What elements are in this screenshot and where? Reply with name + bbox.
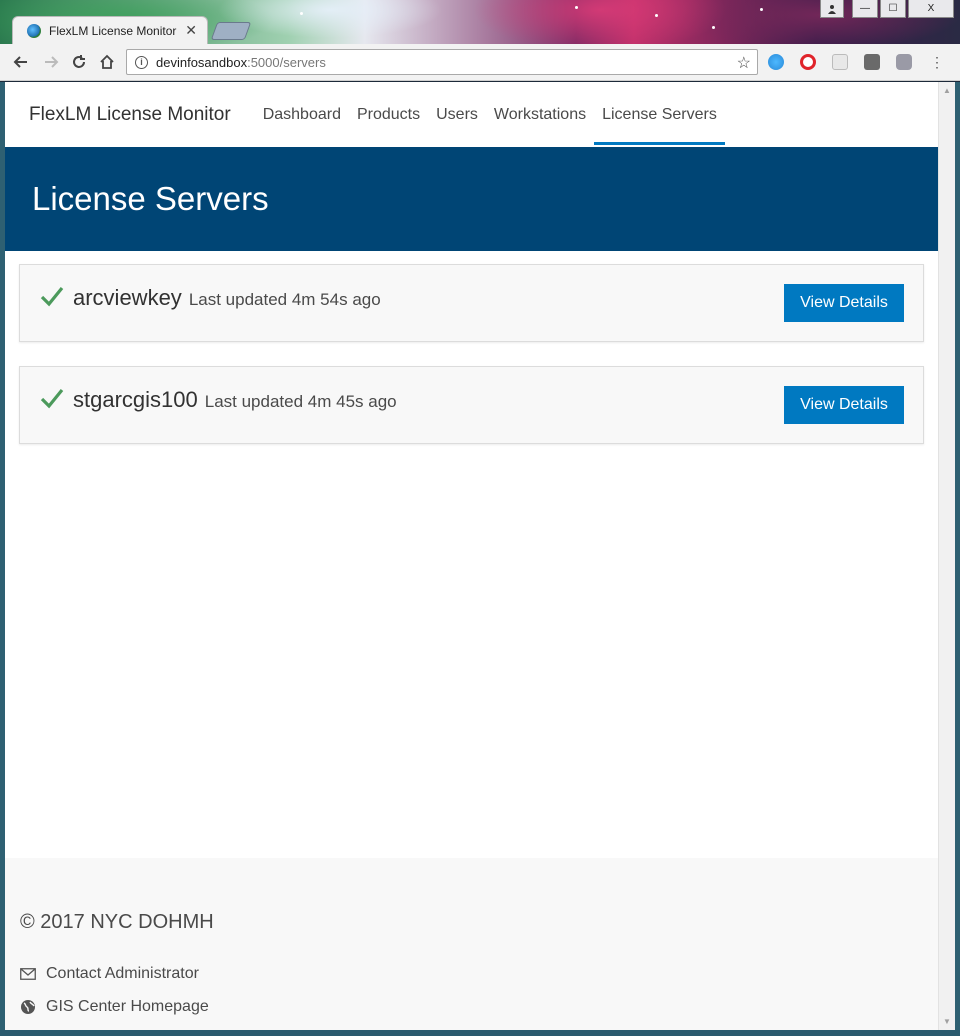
url-path: :5000/servers bbox=[247, 54, 326, 70]
gis-center-homepage-label: GIS Center Homepage bbox=[46, 998, 209, 1015]
page-title: License Servers bbox=[32, 180, 269, 217]
decoration bbox=[655, 14, 658, 17]
window-frame bbox=[955, 82, 960, 1030]
window-titlebar: FlexLM License Monitor ✕ — ☐ X bbox=[0, 0, 960, 44]
back-arrow-icon[interactable] bbox=[10, 51, 32, 73]
tab-title: FlexLM License Monitor bbox=[49, 23, 177, 38]
view-details-button[interactable]: View Details bbox=[784, 386, 904, 424]
globe-favicon-icon bbox=[27, 23, 41, 38]
window-controls: — ☐ X bbox=[820, 0, 954, 18]
globe-icon bbox=[20, 999, 36, 1015]
nav-link-workstations[interactable]: Workstations bbox=[486, 82, 594, 147]
scroll-down-arrow-icon[interactable]: ▼ bbox=[943, 1017, 951, 1026]
vertical-scrollbar[interactable]: ▲ ▼ bbox=[938, 82, 955, 1030]
server-last-updated: Last updated 4m 54s ago bbox=[188, 290, 381, 309]
server-last-updated: Last updated 4m 45s ago bbox=[204, 392, 397, 411]
copyright-text: © 2017 NYC DOHMH bbox=[20, 911, 214, 933]
scroll-up-arrow-icon[interactable]: ▲ bbox=[943, 86, 951, 95]
view-details-button[interactable]: View Details bbox=[784, 284, 904, 322]
tab-close-icon[interactable]: ✕ bbox=[185, 22, 197, 39]
user-profile-icon[interactable] bbox=[820, 0, 844, 18]
gis-center-homepage-link[interactable]: GIS Center Homepage bbox=[20, 997, 938, 1017]
decoration bbox=[575, 6, 578, 9]
browser-menu-icon[interactable]: ⋮ bbox=[926, 51, 948, 73]
site-footer: © 2017 NYC DOHMH Contact Administrator G… bbox=[5, 858, 938, 1030]
page-viewport: FlexLM License Monitor Dashboard Product… bbox=[5, 82, 938, 1030]
new-tab-button[interactable] bbox=[210, 22, 252, 40]
nav-link-products[interactable]: Products bbox=[349, 82, 428, 147]
nav-link-license-servers[interactable]: License Servers bbox=[594, 82, 725, 147]
nav-link-users[interactable]: Users bbox=[428, 82, 486, 147]
url-host: devinfosandbox bbox=[156, 54, 248, 70]
home-icon[interactable] bbox=[96, 51, 118, 73]
nav-link-dashboard[interactable]: Dashboard bbox=[255, 82, 349, 147]
decoration bbox=[712, 26, 715, 29]
cloud-extension-icon[interactable] bbox=[768, 54, 784, 70]
note-extension-icon[interactable] bbox=[864, 54, 880, 70]
server-card: arcviewkey Last updated 4m 54s ago View … bbox=[19, 264, 924, 342]
decoration bbox=[760, 8, 763, 11]
server-name: stgarcgis100 bbox=[73, 387, 198, 412]
contact-administrator-link[interactable]: Contact Administrator bbox=[20, 964, 938, 984]
browser-toolbar: i devinfosandbox :5000/servers ☆ ⋮ bbox=[0, 44, 960, 81]
window-frame bbox=[0, 1030, 960, 1036]
bookmark-star-icon[interactable]: ☆ bbox=[737, 53, 751, 73]
envelope-icon bbox=[20, 966, 36, 982]
contact-administrator-label: Contact Administrator bbox=[46, 965, 199, 982]
minimize-button[interactable]: — bbox=[852, 0, 878, 18]
site-info-icon[interactable]: i bbox=[135, 55, 148, 69]
react-extension-icon[interactable] bbox=[896, 54, 912, 70]
page-header-banner: License Servers bbox=[5, 147, 938, 251]
browser-tab[interactable]: FlexLM License Monitor ✕ bbox=[12, 16, 208, 44]
server-name: arcviewkey bbox=[73, 285, 182, 310]
close-window-button[interactable]: X bbox=[908, 0, 954, 18]
maximize-button[interactable]: ☐ bbox=[880, 0, 906, 18]
opera-extension-icon[interactable] bbox=[800, 54, 816, 70]
forward-arrow-icon[interactable] bbox=[40, 51, 62, 73]
site-navbar: FlexLM License Monitor Dashboard Product… bbox=[5, 82, 938, 147]
reload-icon[interactable] bbox=[68, 51, 90, 73]
address-bar[interactable]: i devinfosandbox :5000/servers ☆ bbox=[126, 49, 758, 75]
calendar-extension-icon[interactable] bbox=[832, 54, 848, 70]
decoration bbox=[300, 12, 303, 15]
check-icon bbox=[40, 285, 64, 307]
check-icon bbox=[40, 387, 64, 409]
site-brand[interactable]: FlexLM License Monitor bbox=[29, 104, 231, 126]
server-card: stgarcgis100 Last updated 4m 45s ago Vie… bbox=[19, 366, 924, 444]
